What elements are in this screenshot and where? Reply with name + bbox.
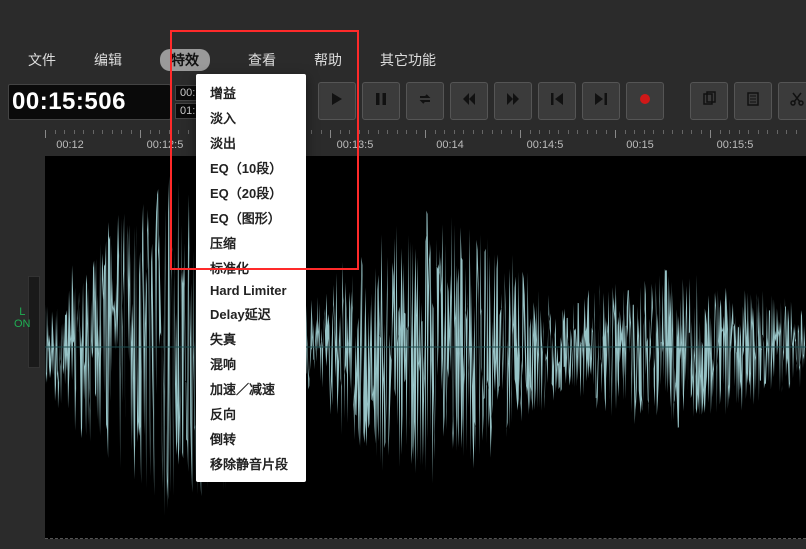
effects-menu-item[interactable]: 倒转	[196, 426, 306, 451]
effects-menu-item[interactable]: EQ（20段）	[196, 180, 306, 205]
paste-icon	[745, 91, 761, 112]
forward-icon	[505, 91, 521, 112]
menu-edit[interactable]: 编辑	[94, 50, 122, 70]
ruler-label: 00:15	[626, 139, 654, 151]
rewind-button[interactable]	[450, 82, 488, 120]
ruler-label: 00:12	[56, 139, 84, 151]
menu-other[interactable]: 其它功能	[380, 50, 436, 70]
effects-menu-item[interactable]: 移除静音片段	[196, 451, 306, 476]
ruler-label: 00:15:5	[717, 139, 754, 151]
menu-help[interactable]: 帮助	[314, 50, 342, 70]
channel-strip: L ON	[0, 156, 45, 539]
timeline-ruler[interactable]: 00:1200:12:500:1300:13:500:1400:14:500:1…	[45, 130, 806, 156]
record-button[interactable]	[626, 82, 664, 120]
waveform-view[interactable]	[45, 156, 806, 539]
effects-menu-item[interactable]: 淡出	[196, 130, 306, 155]
rewind-icon	[461, 91, 477, 112]
effects-menu-item[interactable]: Hard Limiter	[196, 280, 306, 301]
ruler-label: 00:14:5	[527, 139, 564, 151]
effects-menu-item[interactable]: EQ（10段）	[196, 155, 306, 180]
copy-button[interactable]	[690, 82, 728, 120]
effects-menu-item[interactable]: 压缩	[196, 230, 306, 255]
effects-menu-item[interactable]: 失真	[196, 326, 306, 351]
loop-button[interactable]	[406, 82, 444, 120]
channel-on: ON	[14, 318, 31, 330]
next-button[interactable]	[582, 82, 620, 120]
loop-icon	[417, 91, 433, 112]
effects-menu-item[interactable]: Delay延迟	[196, 301, 306, 326]
copy-icon	[701, 91, 717, 112]
pause-button[interactable]	[362, 82, 400, 120]
ruler-label: 00:14	[436, 139, 464, 151]
paste-button[interactable]	[734, 82, 772, 120]
play-icon	[329, 91, 345, 112]
edit-buttons	[690, 82, 806, 120]
effects-menu-item[interactable]: 反向	[196, 401, 306, 426]
effects-menu-item[interactable]: 加速／减速	[196, 376, 306, 401]
prev-icon	[549, 91, 565, 112]
menu-effects[interactable]: 特效	[160, 49, 210, 71]
ruler-label: 00:12:5	[147, 139, 184, 151]
pause-icon	[373, 91, 389, 112]
channel-label: L ON	[14, 306, 31, 330]
transport-controls	[318, 82, 664, 120]
forward-button[interactable]	[494, 82, 532, 120]
effects-menu-item[interactable]: 混响	[196, 351, 306, 376]
next-icon	[593, 91, 609, 112]
effects-menu-item[interactable]: 增益	[196, 80, 306, 105]
prev-button[interactable]	[538, 82, 576, 120]
time-main: 00:15:506	[8, 84, 171, 120]
effects-dropdown: 增益淡入淡出EQ（10段）EQ（20段）EQ（图形）压缩标准化Hard Limi…	[196, 74, 306, 482]
menu-view[interactable]: 查看	[248, 50, 276, 70]
toolbar: 00:15:506 00: 01:	[8, 82, 806, 122]
effects-menu-item[interactable]: 标准化	[196, 255, 306, 280]
effects-menu-item[interactable]: EQ（图形）	[196, 205, 306, 230]
cut-button[interactable]	[778, 82, 806, 120]
ruler-label: 00:13:5	[337, 139, 374, 151]
play-button[interactable]	[318, 82, 356, 120]
effects-menu-item[interactable]: 淡入	[196, 105, 306, 130]
menu-bar: 文件 编辑 特效 查看 帮助 其它功能	[0, 48, 806, 72]
channel-l: L	[14, 306, 31, 318]
cut-icon	[789, 91, 805, 112]
menu-file[interactable]: 文件	[28, 50, 56, 70]
record-icon	[637, 91, 653, 112]
